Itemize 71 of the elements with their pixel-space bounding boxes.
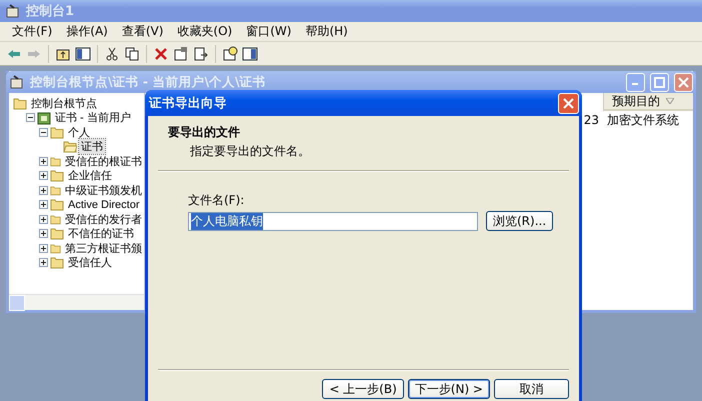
tree-item[interactable]: 受信任的发行者 [63, 212, 144, 227]
expand-icon[interactable] [39, 156, 48, 166]
sort-arrow-icon [666, 98, 674, 104]
column-label: 预期目的 [612, 92, 660, 110]
expand-icon[interactable] [39, 229, 48, 238]
menu-item[interactable]: 收藏夹(O) [171, 23, 238, 40]
expand-icon[interactable] [39, 200, 48, 210]
wizard-subheading: 指定要导出的文件名。 [189, 143, 311, 160]
dialog-title: 证书导出向导 [149, 94, 227, 112]
field-label: 文件名(F): [188, 192, 246, 209]
tree-panel-icon[interactable] [75, 46, 91, 62]
console-icon [9, 74, 25, 90]
browse-button[interactable]: 浏览(R)... [486, 211, 554, 231]
folder-icon [50, 227, 64, 240]
folder-icon [50, 169, 64, 182]
folder-icon [50, 212, 61, 226]
menu-item[interactable]: 查看(V) [116, 23, 170, 40]
tree-item[interactable]: 证书 - 当前用户 [53, 110, 133, 126]
menu-item[interactable]: 文件(F) [6, 23, 58, 40]
column-header[interactable]: 预期目的 [603, 93, 693, 111]
file-name-field[interactable]: 个人电脑私钥 [188, 212, 478, 230]
folder-icon [50, 184, 61, 197]
help-icon[interactable] [222, 46, 238, 62]
expand-icon[interactable] [39, 258, 48, 268]
collapse-icon[interactable] [26, 113, 35, 122]
tree-item[interactable]: 企业信任 [66, 168, 114, 184]
wizard-button[interactable]: < 上一步(B) [322, 379, 404, 399]
tree-item[interactable]: 第三方根证书颁 [63, 240, 144, 256]
maximize-icon [654, 76, 665, 88]
tree-item[interactable]: 中级证书颁发机 [63, 182, 144, 198]
panel-icon[interactable] [242, 46, 258, 62]
expand-icon[interactable] [39, 244, 48, 253]
folder-icon [50, 242, 61, 255]
menu-item[interactable]: 窗口(W) [240, 23, 298, 40]
tree-item[interactable]: Active Director [66, 198, 142, 211]
properties-icon[interactable] [173, 46, 189, 62]
certificate-store-icon [37, 110, 51, 125]
folder-icon [13, 96, 27, 110]
child-window-title: 控制台根节点\证书 - 当前用户\个人\证书 [30, 74, 267, 90]
table-cell-text: 加密文件系统 [606, 112, 680, 128]
delete-icon[interactable] [153, 46, 169, 62]
copy-icon[interactable] [124, 46, 140, 62]
tree-item[interactable]: 控制台根节点 [29, 96, 99, 111]
tree-item[interactable]: 不信任的证书 [66, 226, 136, 242]
scissors-icon[interactable] [104, 46, 120, 62]
wizard-heading: 要导出的文件 [168, 124, 241, 141]
close-icon [678, 76, 689, 88]
expand-icon[interactable] [39, 214, 48, 224]
tree-item[interactable]: 个人 [66, 124, 92, 140]
wizard-button[interactable]: 下一步(N) > [408, 379, 490, 399]
window-title: 控制台1 [26, 3, 74, 20]
folder-icon [50, 256, 64, 270]
tree-item[interactable]: 受信任的根证书 [63, 154, 144, 169]
export-list-icon[interactable] [193, 46, 209, 62]
tree-item[interactable]: 受信任人 [66, 255, 114, 270]
menu-item[interactable]: 帮助(H) [299, 23, 354, 40]
folder-icon [50, 126, 64, 139]
console-icon [5, 3, 21, 19]
folder-icon [50, 154, 61, 168]
folder-icon [50, 198, 64, 212]
close-button[interactable] [558, 92, 579, 114]
expand-icon[interactable] [39, 186, 48, 195]
close-icon [563, 98, 574, 108]
tree-item[interactable]: 证书 [79, 139, 105, 154]
open-folder-icon [63, 140, 77, 154]
expand-icon[interactable] [39, 171, 48, 180]
collapse-icon[interactable] [39, 128, 48, 137]
close-button[interactable] [674, 72, 693, 92]
table-cell-text: 23 [582, 113, 600, 127]
wizard-button[interactable]: 取消 [494, 379, 569, 399]
menu-item[interactable]: 操作(A) [60, 23, 114, 40]
